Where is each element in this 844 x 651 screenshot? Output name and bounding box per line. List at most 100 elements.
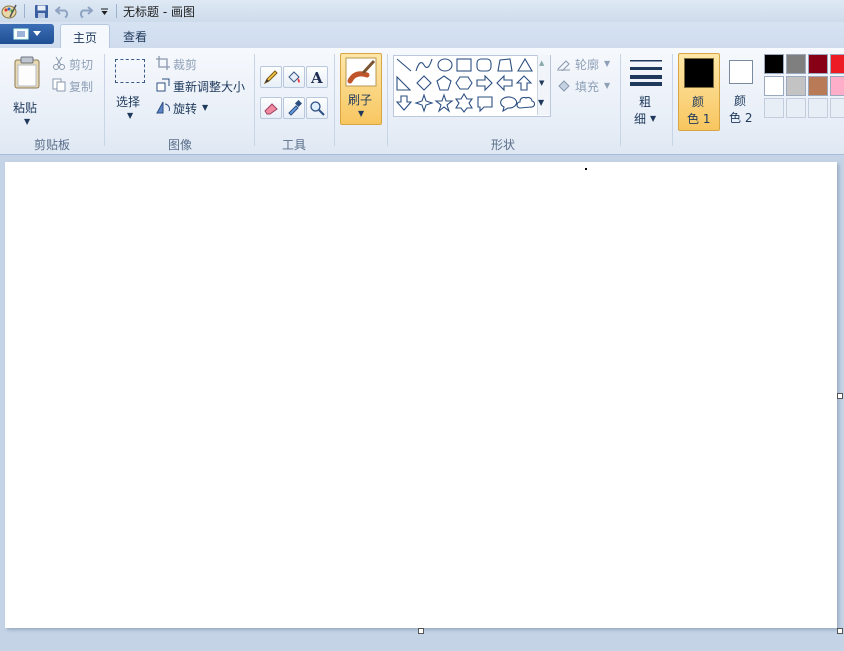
- magnifier-tool[interactable]: [306, 97, 328, 119]
- size-button[interactable]: 粗 细 ▼: [626, 54, 666, 132]
- pencil-tool[interactable]: [260, 66, 282, 88]
- brushes-label: 刷子: [348, 93, 373, 107]
- rounded-rectangle-shape-icon: [476, 58, 492, 72]
- drawing-canvas[interactable]: [5, 162, 837, 628]
- chevron-down-icon: ▼: [650, 114, 657, 123]
- color-picker-tool[interactable]: [283, 97, 305, 119]
- five-point-star-shape-icon: [434, 93, 454, 113]
- fill-button[interactable]: 填充: [575, 78, 599, 95]
- cursor-dot: [585, 168, 587, 170]
- oval-callout-shape-icon: [500, 96, 518, 113]
- tab-home[interactable]: 主页: [60, 24, 111, 49]
- palette-swatch[interactable]: [830, 54, 844, 74]
- rotate-icon: [156, 101, 170, 114]
- crop-icon: [156, 56, 170, 70]
- scroll-down-icon[interactable]: ▼: [539, 79, 544, 87]
- resize-icon: [156, 78, 170, 92]
- fill-tool[interactable]: [283, 66, 305, 88]
- paint-app-icon[interactable]: [0, 2, 18, 20]
- select-label: 选择: [116, 95, 141, 109]
- window-title: 无标题 - 画图: [123, 5, 195, 19]
- eraser-icon: [264, 103, 278, 115]
- outline-button[interactable]: 轮廓: [575, 56, 599, 73]
- resize-button[interactable]: 重新调整大小: [173, 78, 245, 95]
- paint-menu-button[interactable]: [0, 24, 54, 44]
- magnifier-icon: [310, 101, 325, 116]
- svg-text:A: A: [310, 69, 323, 85]
- palette-empty-slot[interactable]: [830, 98, 844, 118]
- scroll-up-icon[interactable]: ▲: [539, 59, 544, 67]
- outline-icon: [557, 60, 570, 71]
- palette-empty-slot[interactable]: [786, 98, 806, 118]
- palette-swatch[interactable]: [764, 76, 784, 96]
- line-width-icon: [630, 60, 662, 86]
- crop-button[interactable]: 裁剪: [173, 56, 197, 73]
- size-label-line2: 细: [634, 112, 647, 126]
- resize-handle-bottom[interactable]: [418, 628, 424, 634]
- down-arrow-shape-icon: [395, 95, 413, 111]
- chevron-down-icon: ▼: [358, 109, 365, 118]
- resize-handle-right[interactable]: [837, 393, 843, 399]
- palette-swatch[interactable]: [786, 76, 806, 96]
- resize-handle-corner[interactable]: [837, 628, 843, 634]
- shapes-gallery: [393, 55, 551, 117]
- color1-swatch: [684, 58, 714, 88]
- right-triangle-shape-icon: [396, 75, 412, 91]
- rotate-button[interactable]: 旋转: [173, 100, 197, 117]
- color2-button[interactable]: 颜 色 2: [722, 53, 760, 129]
- pentagon-shape-icon: [436, 75, 452, 91]
- palette-empty-slot[interactable]: [764, 98, 784, 118]
- cloud-callout-shape-icon: [516, 96, 536, 109]
- shapes-scrollbar[interactable]: ▲ ▼ ▼: [537, 55, 550, 115]
- hexagon-shape-icon: [455, 76, 473, 90]
- expand-gallery-icon[interactable]: ▼: [538, 98, 544, 107]
- redo-icon[interactable]: [76, 2, 94, 20]
- select-button[interactable]: 选择 ▼: [112, 54, 148, 126]
- palette-swatch[interactable]: [830, 76, 844, 96]
- palette-empty-slot[interactable]: [808, 98, 828, 118]
- customize-toolbar-icon[interactable]: [98, 2, 110, 20]
- rectangle-shape-icon: [456, 58, 472, 72]
- undo-icon[interactable]: [54, 2, 72, 20]
- chevron-down-icon: ▼: [127, 111, 134, 120]
- pencil-icon: [263, 70, 278, 85]
- text-tool[interactable]: A: [306, 66, 328, 88]
- paint-bucket-icon: [288, 71, 300, 83]
- tools-group-label: 工具: [281, 138, 306, 152]
- palette-swatch[interactable]: [764, 54, 784, 74]
- brushes-button[interactable]: 刷子 ▼: [340, 53, 382, 125]
- six-point-star-shape-icon: [454, 92, 474, 113]
- copy-button[interactable]: 复制: [69, 78, 93, 95]
- shapes-group-label: 形状: [490, 138, 515, 152]
- color1-label-line1: 颜: [692, 95, 705, 109]
- copy-icon: [52, 78, 66, 92]
- polygon-shape-icon: [497, 58, 513, 72]
- color2-swatch: [729, 60, 753, 84]
- scissors-icon: [53, 56, 65, 70]
- oval-shape-icon: [437, 58, 453, 72]
- chevron-down-icon: ▼: [604, 59, 611, 68]
- canvas-area[interactable]: [0, 155, 844, 651]
- chevron-down-icon: ▼: [604, 81, 611, 90]
- tab-view[interactable]: 查看: [111, 24, 159, 48]
- menu-icon: [13, 28, 29, 40]
- clipboard-group-label: 剪贴板: [33, 138, 70, 152]
- diamond-shape-icon: [416, 75, 432, 91]
- eraser-tool[interactable]: [260, 97, 282, 119]
- paste-button[interactable]: 粘贴 ▼: [10, 54, 44, 126]
- chevron-down-icon: ▼: [202, 103, 209, 112]
- save-icon[interactable]: [32, 2, 50, 20]
- chevron-down-icon: [33, 31, 41, 36]
- up-arrow-shape-icon: [515, 75, 533, 91]
- fill-icon: [558, 80, 570, 92]
- palette-swatch[interactable]: [808, 54, 828, 74]
- curve-shape-icon: [415, 58, 433, 72]
- palette-swatch[interactable]: [786, 54, 806, 74]
- cut-button[interactable]: 剪切: [69, 56, 93, 73]
- color1-button[interactable]: 颜 色 1: [678, 53, 720, 131]
- ribbon: 粘贴 ▼ 剪切 复制 剪贴板 选择 ▼ 裁剪 重新调整大小 旋转 ▼ 图像 A …: [0, 48, 844, 155]
- left-arrow-shape-icon: [496, 74, 513, 92]
- eyedropper-icon: [288, 100, 302, 116]
- image-group-label: 图像: [167, 138, 192, 152]
- palette-swatch[interactable]: [808, 76, 828, 96]
